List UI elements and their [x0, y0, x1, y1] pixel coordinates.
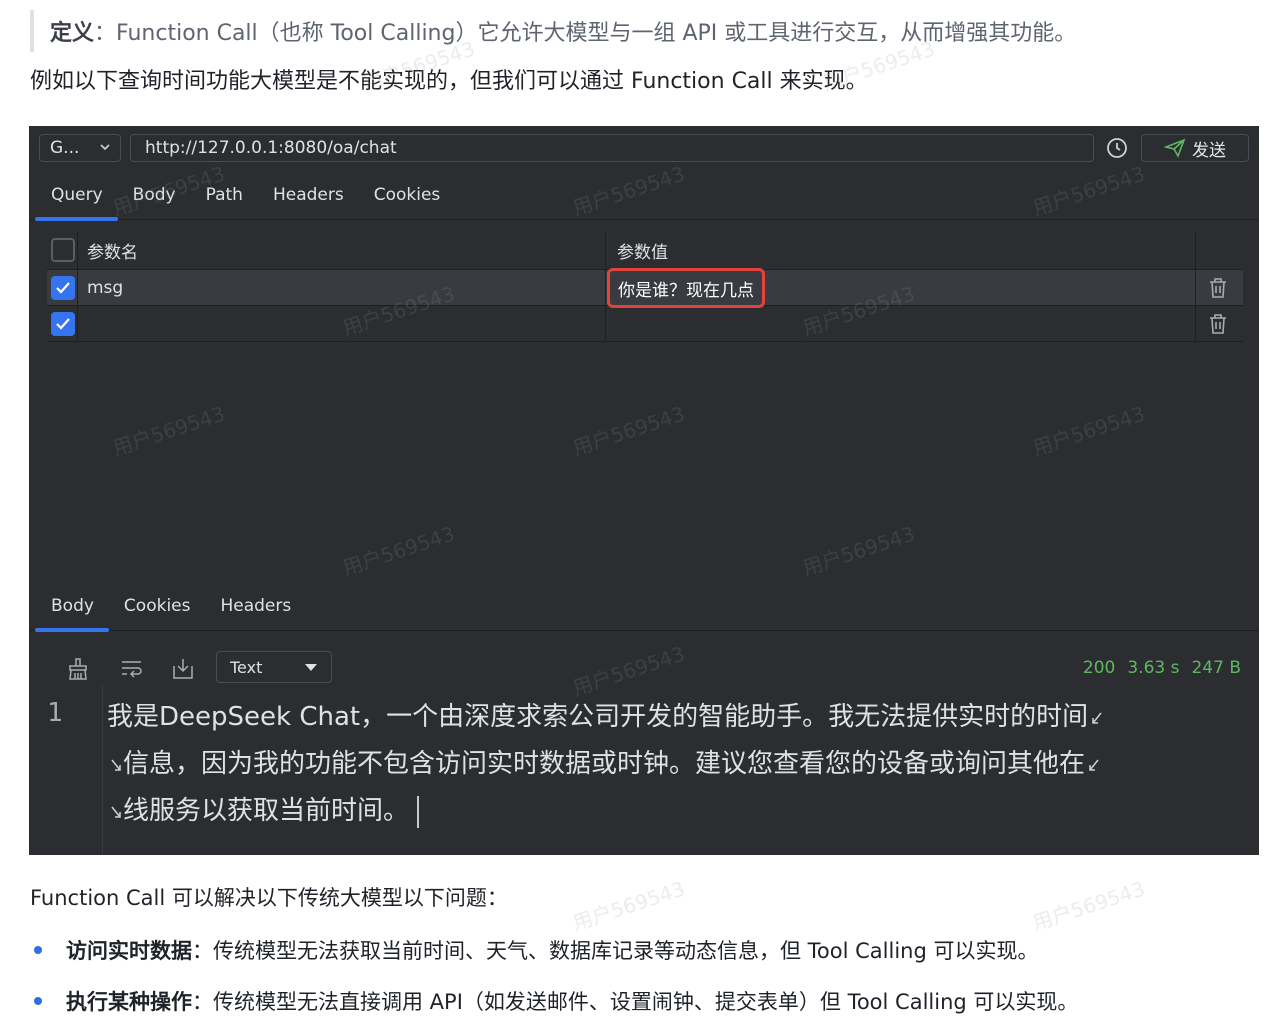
url-input[interactable]: http://127.0.0.1:8080/oa/chat: [130, 134, 1094, 162]
param-value-header: 参数值: [617, 242, 668, 263]
row-checkbox[interactable]: [51, 276, 75, 300]
column-divider: [605, 306, 606, 341]
check-icon: [56, 318, 70, 330]
params-table: 参数名 参数值 msg 你是谁？现在几点: [47, 232, 1243, 342]
soft-wrap-arrow-icon: [111, 806, 121, 818]
column-divider: [1195, 270, 1196, 305]
clear-broom-icon[interactable]: [65, 656, 91, 682]
url-bar: G... http://127.0.0.1:8080/oa/chat 发送: [39, 134, 1249, 162]
dropdown-triangle-icon: [305, 664, 317, 671]
request-tabs: Query Body Path Headers Cookies: [29, 170, 1259, 221]
delete-row-icon[interactable]: [1207, 276, 1229, 300]
problems-intro: Function Call 可以解决以下传统大模型以下问题：: [30, 886, 508, 910]
tab-response-cookies[interactable]: Cookies: [109, 581, 206, 631]
send-icon: [1164, 138, 1186, 158]
list-item-title: 执行某种操作: [66, 990, 192, 1014]
response-line-text: 我是DeepSeek Chat，一个由深度求索公司开发的智能助手。我无法提供实时…: [107, 702, 1089, 732]
soft-wrap-arrow-icon: [1092, 712, 1102, 724]
bullet-dot: [34, 997, 42, 1005]
list-item-text: ：传统模型无法直接调用 API（如发送邮件、设置闹钟、提交表单）但 Tool C…: [192, 990, 1079, 1014]
param-row[interactable]: msg 你是谁？现在几点: [47, 268, 1243, 308]
response-tabs: Body Cookies Headers: [29, 581, 1259, 632]
definition-label: 定义: [50, 21, 95, 46]
row-checkbox[interactable]: [51, 312, 75, 336]
chevron-down-icon: [100, 144, 110, 151]
response-line-text: 线服务以获取当前时间。: [123, 796, 410, 826]
column-divider: [1195, 232, 1196, 269]
intro-paragraph: 例如以下查询时间功能大模型是不能实现的，但我们可以通过 Function Cal…: [30, 69, 868, 94]
method-select[interactable]: G...: [39, 134, 121, 162]
tab-path[interactable]: Path: [191, 170, 258, 220]
tab-response-headers[interactable]: Headers: [205, 581, 306, 631]
response-body-text[interactable]: 我是DeepSeek Chat，一个由深度求索公司开发的智能助手。我无法提供实时…: [107, 694, 1217, 835]
format-label: Text: [230, 657, 263, 677]
param-value-cell-highlighted[interactable]: 你是谁？现在几点: [607, 268, 765, 308]
response-size: 247 B: [1191, 658, 1241, 678]
send-label: 发送: [1192, 140, 1226, 161]
definition-text: ：Function Call（也称 Tool Calling）它允许大模型与一组…: [94, 21, 1077, 46]
response-toolbar: Text 200 3.63 s 247 B: [29, 646, 1259, 686]
response-time: 3.63 s: [1127, 658, 1180, 678]
list-item: 执行某种操作 ：传统模型无法直接调用 API（如发送邮件、设置闹钟、提交表单）但…: [34, 981, 1078, 1021]
column-divider: [605, 232, 606, 269]
download-icon[interactable]: [170, 656, 196, 682]
param-name-header: 参数名: [87, 242, 138, 263]
status-code: 200: [1082, 658, 1116, 678]
soft-wrap-icon[interactable]: [119, 656, 145, 682]
params-header-row: 参数名 参数值: [47, 232, 1243, 270]
param-row[interactable]: [47, 306, 1243, 342]
delete-row-icon[interactable]: [1207, 312, 1229, 336]
url-text: http://127.0.0.1:8080/oa/chat: [145, 138, 397, 158]
response-line-text: 信息，因为我的功能不包含访问实时数据或时钟。建议您查看您的设备或询问其他在: [123, 749, 1086, 779]
response-status: 200 3.63 s 247 B: [1083, 658, 1241, 678]
response-line: 我是DeepSeek Chat，一个由深度求索公司开发的智能助手。我无法提供实时…: [107, 694, 1217, 741]
line-number: 1: [47, 698, 63, 728]
definition-quote: 定义 ：Function Call（也称 Tool Calling）它允许大模型…: [30, 10, 1076, 52]
response-line: 信息，因为我的功能不包含访问实时数据或时钟。建议您查看您的设备或询问其他在: [107, 741, 1217, 788]
format-select[interactable]: Text: [216, 651, 332, 683]
text-caret: [417, 795, 420, 828]
list-item: 访问实时数据 ：传统模型无法获取当前时间、天气、数据库记录等动态信息，但 Too…: [34, 930, 1039, 970]
response-line: 线服务以获取当前时间。: [107, 788, 1217, 835]
column-divider: [1195, 306, 1196, 341]
column-divider: [77, 306, 78, 341]
check-icon: [56, 282, 70, 294]
send-button[interactable]: 发送: [1141, 134, 1249, 162]
soft-wrap-arrow-icon: [1089, 759, 1099, 771]
tab-cookies[interactable]: Cookies: [359, 170, 456, 220]
tab-response-body[interactable]: Body: [29, 581, 109, 632]
api-client-panel: G... http://127.0.0.1:8080/oa/chat 发送 Qu…: [29, 126, 1259, 855]
watermark: 用户569543: [569, 876, 688, 936]
tab-query[interactable]: Query: [29, 170, 118, 221]
watermark: 用户569543: [1029, 876, 1148, 936]
column-divider: [77, 232, 78, 269]
soft-wrap-arrow-icon: [111, 759, 121, 771]
tab-body[interactable]: Body: [118, 170, 191, 220]
history-clock-icon[interactable]: [1105, 136, 1129, 160]
list-item-text: ：传统模型无法获取当前时间、天气、数据库记录等动态信息，但 Tool Calli…: [192, 939, 1039, 963]
select-all-checkbox[interactable]: [51, 238, 75, 262]
list-item-title: 访问实时数据: [66, 939, 192, 963]
method-label: G...: [50, 138, 80, 158]
bullet-dot: [34, 946, 42, 954]
tab-headers[interactable]: Headers: [258, 170, 359, 220]
line-gutter: [29, 686, 103, 855]
column-divider: [77, 270, 78, 305]
param-name-cell[interactable]: msg: [87, 270, 123, 306]
column-divider: [605, 270, 606, 305]
